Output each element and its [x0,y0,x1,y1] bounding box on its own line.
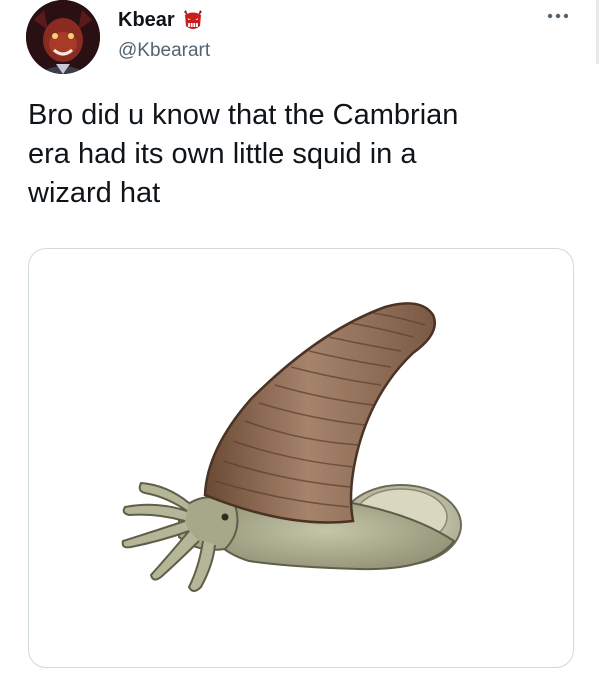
avatar-image [26,0,100,74]
media-card[interactable] [28,248,574,668]
author-row: Kbear [118,8,205,32]
handle[interactable]: @Kbearart [118,40,210,62]
more-horizontal-icon [546,12,570,20]
demon-mask-emoji-icon [181,8,205,32]
more-button[interactable] [540,4,576,28]
display-name[interactable]: Kbear [118,9,175,32]
tweet-text: Bro did u know that the Cambrian era had… [28,99,459,209]
edge-divider [596,0,599,64]
avatar[interactable] [26,0,100,74]
cambrian-creature-illustration [121,302,462,592]
tweet: Kbear @Kbearart Bro did u know that the … [0,0,600,678]
